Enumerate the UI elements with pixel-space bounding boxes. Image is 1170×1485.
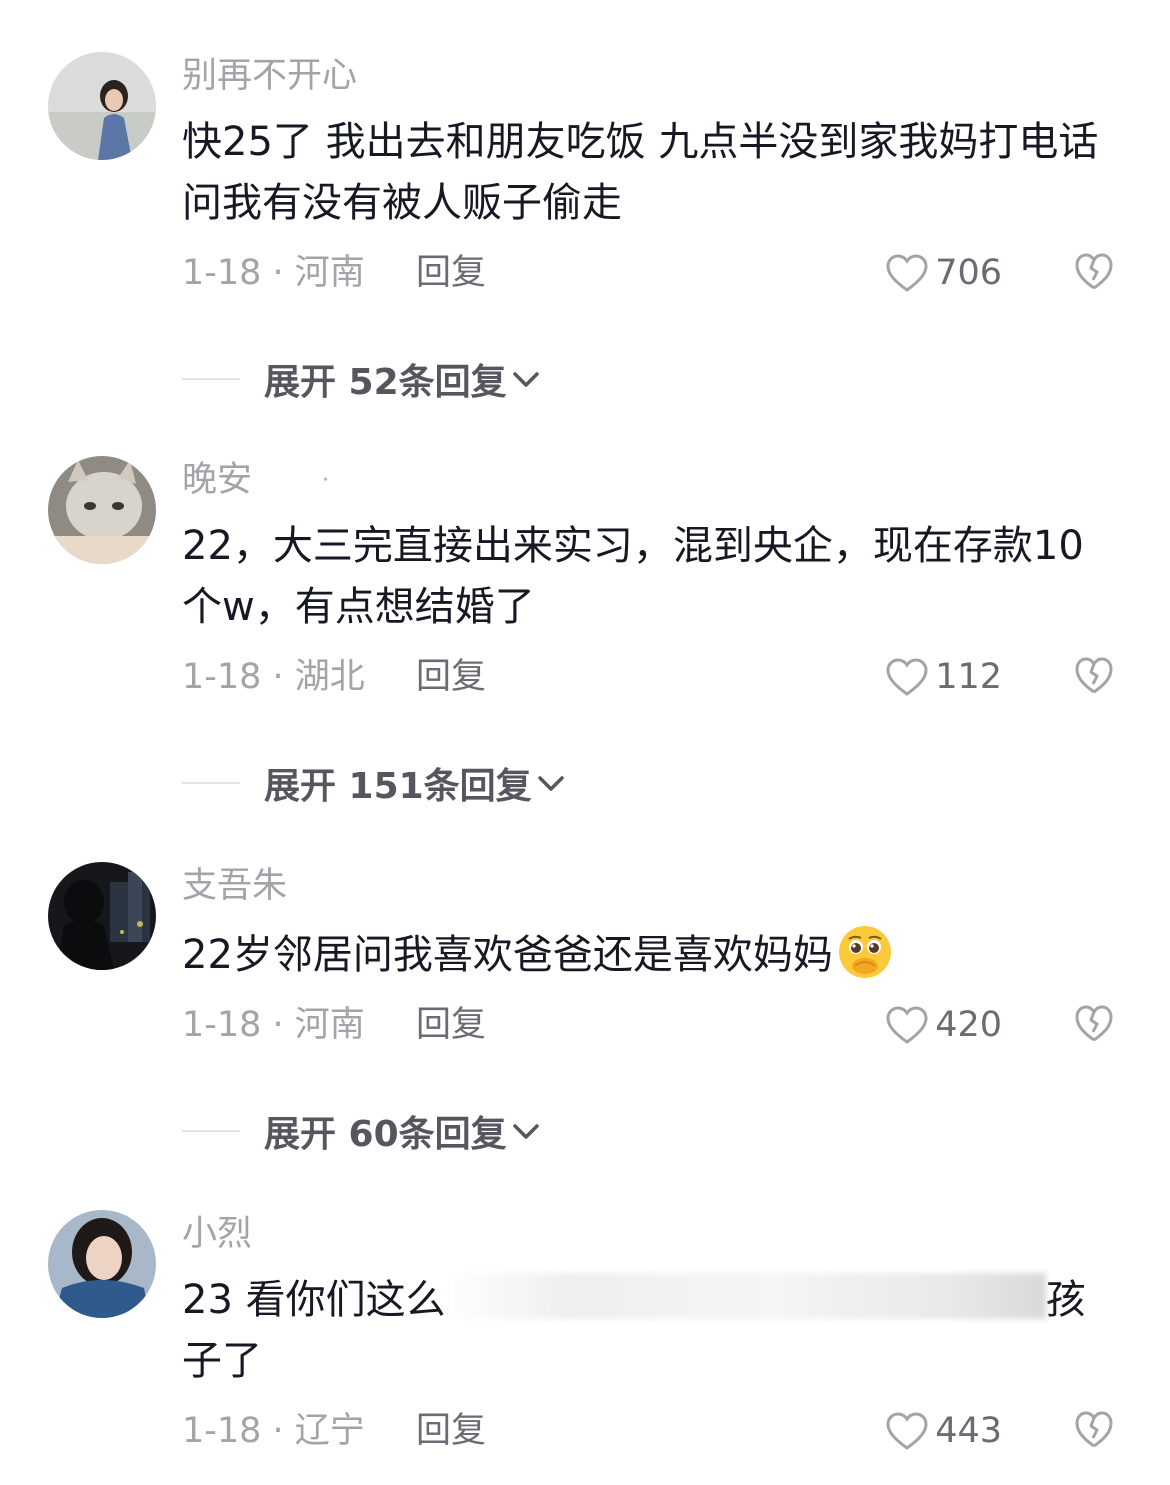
chevron-down-icon <box>537 776 564 791</box>
expand-replies-button[interactable]: 展开 151条回复 <box>182 758 566 808</box>
avatar[interactable] <box>48 862 156 970</box>
comment-date-location: 1-18 · 湖北 <box>182 657 365 697</box>
comment-text: 22岁邻居问我喜欢爸爸还是喜欢妈妈 <box>182 922 1112 986</box>
comment-text-line2: 子了 <box>182 1338 262 1384</box>
reply-button[interactable]: 回复 <box>416 1406 486 1456</box>
username-text: 晚安 <box>182 460 253 500</box>
username[interactable]: 支吾朱 <box>182 864 287 908</box>
broken-heart-icon <box>1075 1005 1113 1042</box>
comment-text: 快25了 我出去和朋友吃饭 九点半没到家我妈打电话问我有没有被人贩子偷走 <box>182 119 1099 226</box>
avatar-image <box>48 456 156 564</box>
username[interactable]: 别再不开心 <box>182 54 357 98</box>
pleading-face-covering-mouth-emoji-icon <box>838 926 891 978</box>
divider <box>182 782 240 784</box>
chevron-down-icon <box>512 1124 539 1139</box>
comment-date-location: 1-18 · 河南 <box>182 253 365 293</box>
comment-meta: 1-18 · 湖北 回复 112 <box>182 652 1142 702</box>
blurred-redaction <box>445 1273 1046 1319</box>
reply-button[interactable]: 回复 <box>416 652 486 702</box>
username-suffix: · <box>322 468 330 493</box>
heart-icon <box>886 1412 928 1450</box>
avatar[interactable] <box>48 52 156 160</box>
expand-replies-button[interactable]: 展开 60条回复 <box>182 1106 541 1156</box>
expand-replies-label: 展开 60条回复 <box>264 1114 507 1155</box>
comment-meta: 1-18 · 河南 回复 420 <box>182 1000 1142 1050</box>
comment-meta: 1-18 · 辽宁 回复 443 <box>182 1406 1142 1456</box>
heart-icon <box>886 1006 928 1044</box>
username[interactable]: 小烈 <box>182 1212 252 1256</box>
comment-text-body: 22岁邻居问我喜欢爸爸还是喜欢妈妈 <box>182 932 833 978</box>
like-count: 706 <box>935 253 1002 293</box>
divider <box>182 378 240 380</box>
expand-replies-label: 展开 151条回复 <box>264 766 532 807</box>
broken-heart-icon <box>1075 1411 1113 1448</box>
expand-replies-button[interactable]: 展开 52条回复 <box>182 354 541 404</box>
heart-icon <box>886 254 928 292</box>
avatar-image <box>48 52 156 160</box>
like-button[interactable]: 420 <box>885 1000 1002 1050</box>
comment-text-start: 23 看你们这么 <box>182 1277 446 1323</box>
comment-meta: 1-18 · 河南 回复 706 <box>182 248 1142 298</box>
divider <box>182 1130 240 1132</box>
heart-icon <box>886 658 928 696</box>
broken-heart-icon <box>1075 253 1113 290</box>
chevron-down-icon <box>512 372 539 387</box>
comment-text: 22，大三完直接出来实习，混到央企，现在存款10个w，有点想结婚了 <box>182 523 1084 630</box>
like-count: 420 <box>935 1005 1002 1045</box>
like-count: 443 <box>935 1411 1002 1451</box>
dislike-button[interactable] <box>1074 1004 1114 1058</box>
reply-button[interactable]: 回复 <box>416 1000 486 1050</box>
like-count: 112 <box>935 657 1002 697</box>
like-button[interactable]: 112 <box>885 652 1002 702</box>
comment-text: 23 看你们这么 孩 子了 <box>182 1270 1112 1392</box>
like-button[interactable]: 443 <box>885 1406 1002 1456</box>
comment-text-end: 孩 <box>1045 1277 1086 1323</box>
like-button[interactable]: 706 <box>885 248 1002 298</box>
avatar-image <box>48 1210 156 1318</box>
expand-replies-label: 展开 52条回复 <box>264 362 507 403</box>
dislike-button[interactable] <box>1074 1410 1114 1464</box>
avatar[interactable] <box>48 456 156 564</box>
comment-date-location: 1-18 · 辽宁 <box>182 1411 365 1451</box>
reply-button[interactable]: 回复 <box>416 248 486 298</box>
dislike-button[interactable] <box>1074 252 1114 306</box>
avatar-image <box>48 862 156 970</box>
dislike-button[interactable] <box>1074 656 1114 710</box>
broken-heart-icon <box>1075 657 1113 694</box>
comment-date-location: 1-18 · 河南 <box>182 1005 365 1045</box>
avatar[interactable] <box>48 1210 156 1318</box>
username[interactable]: 晚安 · <box>182 458 329 503</box>
